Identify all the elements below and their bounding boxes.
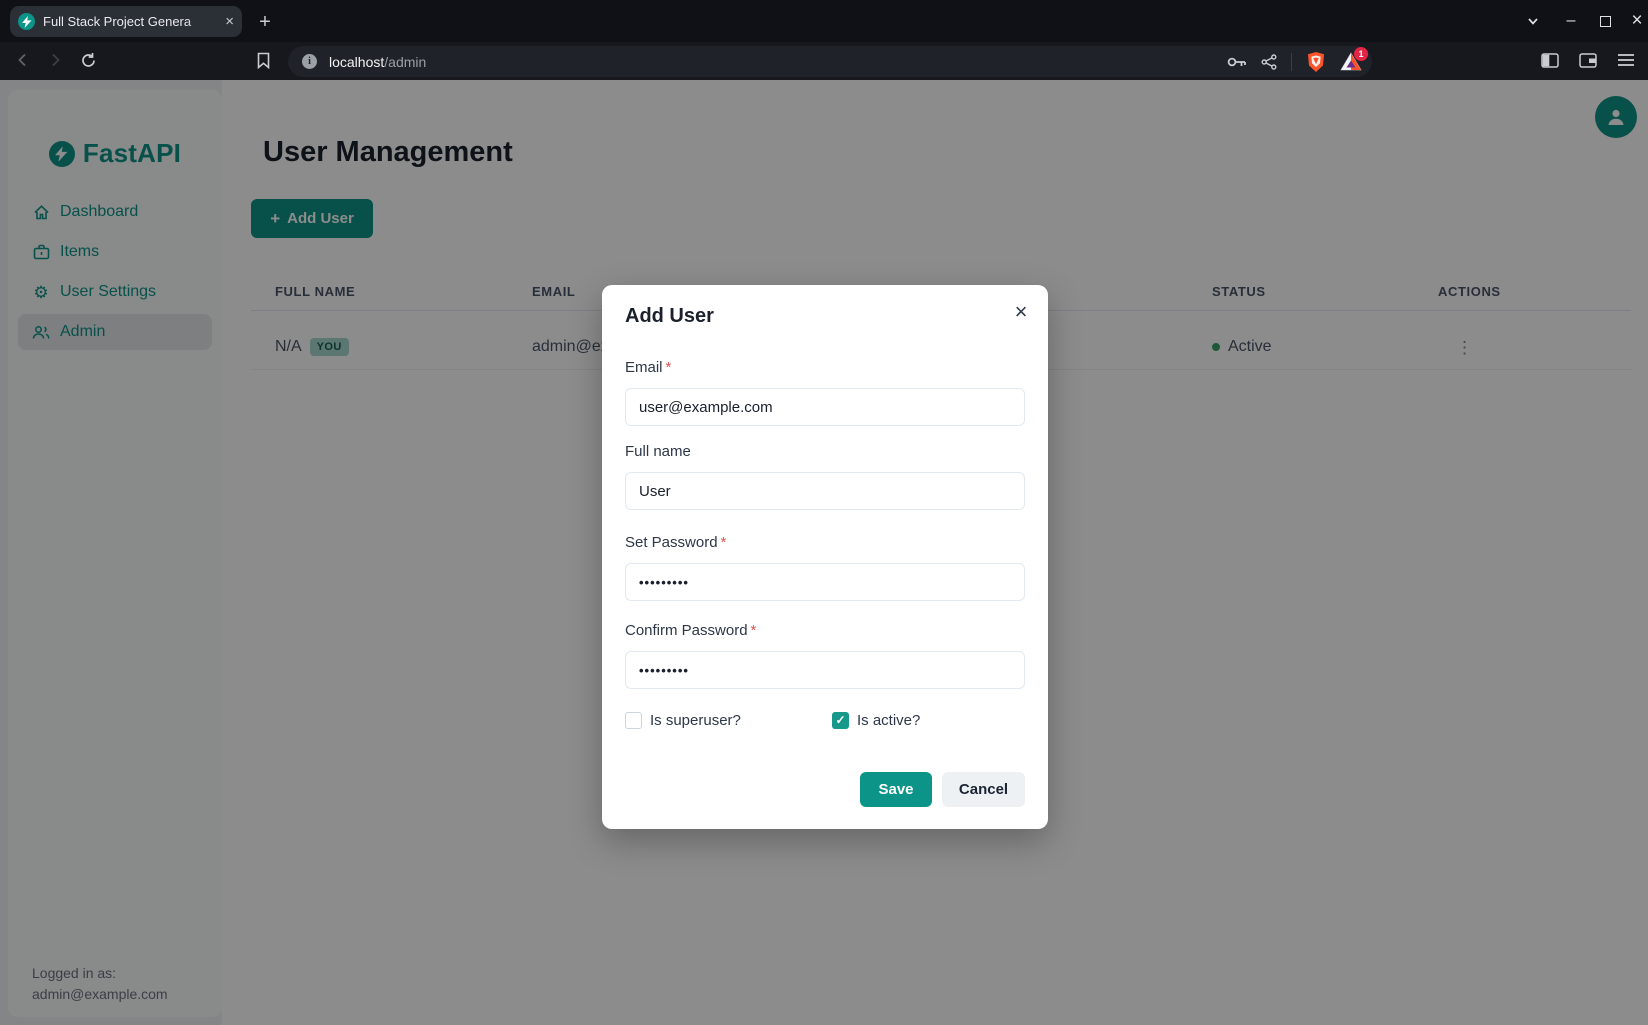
modal-close-icon[interactable]: × xyxy=(1006,297,1036,327)
toolbar-divider xyxy=(1291,53,1292,71)
add-user-modal: Add User × Email* Full name Set Password… xyxy=(602,285,1048,829)
browser-tab[interactable]: Full Stack Project Genera × xyxy=(10,6,242,37)
window-minimize-button[interactable]: – xyxy=(1558,8,1584,34)
save-button[interactable]: Save xyxy=(860,772,932,807)
toolbar-right-cluster xyxy=(1536,46,1640,74)
browser-toolbar: i localhost /admin 1 xyxy=(0,42,1648,80)
window-maximize-button[interactable] xyxy=(1592,8,1618,34)
is-superuser-checkbox-row: Is superuser? xyxy=(625,711,741,729)
brave-rewards-icon[interactable]: 1 xyxy=(1340,52,1362,72)
required-asterisk: * xyxy=(721,534,727,551)
back-button[interactable] xyxy=(9,46,37,74)
full-name-label-text: Full name xyxy=(625,443,691,460)
email-label: Email* xyxy=(625,359,671,376)
fastapi-favicon-icon xyxy=(18,13,35,30)
email-label-text: Email xyxy=(625,359,663,376)
bookmark-icon[interactable] xyxy=(249,46,277,74)
cancel-button[interactable]: Cancel xyxy=(942,772,1025,807)
is-superuser-label: Is superuser? xyxy=(650,712,741,729)
sidebar-toggle-icon[interactable] xyxy=(1536,46,1564,74)
email-field[interactable] xyxy=(625,388,1025,426)
tab-title: Full Stack Project Genera xyxy=(43,14,217,29)
site-info-icon[interactable]: i xyxy=(302,54,317,69)
brave-shields-icon[interactable] xyxy=(1306,51,1326,73)
required-asterisk: * xyxy=(751,622,757,639)
url-host: localhost xyxy=(329,54,384,70)
full-name-field[interactable] xyxy=(625,472,1025,510)
screen: Full Stack Project Genera × + – × i loca… xyxy=(0,0,1648,1025)
browser-titlebar: Full Stack Project Genera × + – × xyxy=(0,0,1648,42)
confirm-password-field[interactable] xyxy=(625,651,1025,689)
rewards-count-badge: 1 xyxy=(1354,47,1368,61)
confirm-password-label-text: Confirm Password xyxy=(625,622,748,639)
is-superuser-checkbox[interactable] xyxy=(625,712,642,729)
saved-passwords-key-icon[interactable] xyxy=(1227,56,1247,68)
new-tab-button[interactable]: + xyxy=(252,9,278,35)
share-icon[interactable] xyxy=(1261,54,1277,70)
required-asterisk: * xyxy=(666,359,672,376)
is-active-checkbox-row: ✓ Is active? xyxy=(832,711,920,729)
is-active-label: Is active? xyxy=(857,712,920,729)
wallet-panel-icon[interactable] xyxy=(1574,46,1602,74)
confirm-password-label: Confirm Password* xyxy=(625,622,756,639)
reload-button[interactable] xyxy=(74,46,102,74)
forward-button[interactable] xyxy=(41,46,69,74)
window-close-button[interactable]: × xyxy=(1624,8,1648,34)
set-password-label-text: Set Password xyxy=(625,534,718,551)
full-name-label: Full name xyxy=(625,443,691,460)
address-bar[interactable]: i localhost /admin 1 xyxy=(288,46,1372,77)
set-password-label: Set Password* xyxy=(625,534,726,551)
tab-search-chevron-icon[interactable] xyxy=(1520,8,1546,34)
url-path: /admin xyxy=(384,54,426,70)
tab-close-icon[interactable]: × xyxy=(225,14,234,29)
modal-title: Add User xyxy=(625,305,714,328)
is-active-checkbox[interactable]: ✓ xyxy=(832,712,849,729)
menu-hamburger-icon[interactable] xyxy=(1612,46,1640,74)
set-password-field[interactable] xyxy=(625,563,1025,601)
